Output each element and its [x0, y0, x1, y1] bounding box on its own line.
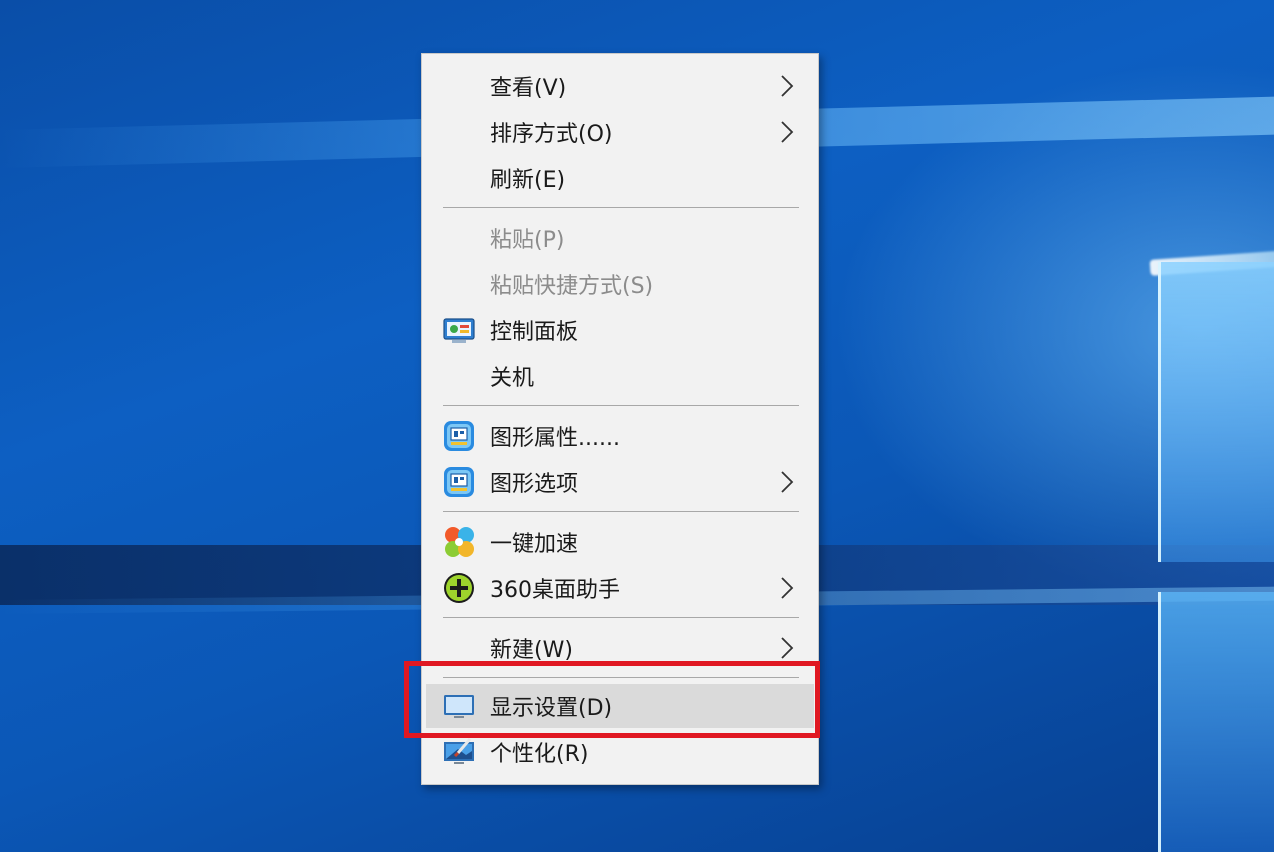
- menu-item-graphics-properties[interactable]: 图形属性......: [426, 414, 814, 458]
- menu-item-label: 一键加速: [490, 532, 579, 557]
- menu-item-label: 粘贴(P): [490, 228, 565, 253]
- highlight-annotation-box: [404, 661, 820, 738]
- menu-item-label: 360桌面助手: [490, 578, 620, 603]
- menu-item-view[interactable]: 查看(V): [426, 64, 814, 108]
- intel-graphics-icon: [444, 467, 474, 497]
- menu-item-label: 控制面板: [490, 320, 579, 345]
- 360-plus-icon: [444, 573, 474, 603]
- menu-item-refresh[interactable]: 刷新(E): [426, 156, 814, 200]
- chevron-right-icon: [781, 75, 794, 97]
- intel-graphics-icon: [444, 421, 474, 451]
- menu-item-paste: 粘贴(P): [426, 216, 814, 260]
- menu-separator: [443, 511, 799, 512]
- menu-item-label: 新建(W): [490, 638, 573, 663]
- menu-separator: [443, 617, 799, 618]
- menu-item-label: 个性化(R): [490, 742, 589, 767]
- menu-separator: [443, 207, 799, 208]
- menu-item-one-click-accelerate[interactable]: 一键加速: [426, 520, 814, 564]
- menu-item-label: 关机: [490, 366, 535, 391]
- chevron-right-icon: [781, 577, 794, 599]
- menu-separator: [443, 405, 799, 406]
- menu-item-sort-by[interactable]: 排序方式(O): [426, 110, 814, 154]
- menu-item-label: 图形属性......: [490, 426, 620, 451]
- menu-item-360-desktop-assistant[interactable]: 360桌面助手: [426, 566, 814, 610]
- chevron-right-icon: [781, 471, 794, 493]
- menu-item-paste-shortcut: 粘贴快捷方式(S): [426, 262, 814, 306]
- menu-item-graphics-options[interactable]: 图形选项: [426, 460, 814, 504]
- wallpaper-window-pane: [1158, 592, 1274, 852]
- menu-item-label: 刷新(E): [490, 168, 566, 193]
- menu-item-control-panel[interactable]: 控制面板: [426, 308, 814, 352]
- pinwheel-accelerate-icon: [445, 527, 474, 557]
- control-panel-icon: [443, 318, 475, 343]
- personalize-paintbrush-icon: [444, 738, 474, 764]
- menu-item-label: 粘贴快捷方式(S): [490, 274, 654, 299]
- menu-item-label: 排序方式(O): [490, 122, 613, 147]
- menu-item-shutdown[interactable]: 关机: [426, 354, 814, 398]
- chevron-right-icon: [781, 121, 794, 143]
- menu-item-label: 查看(V): [490, 76, 567, 101]
- wallpaper-window-pane: [1158, 262, 1274, 562]
- menu-item-label: 图形选项: [490, 472, 579, 497]
- chevron-right-icon: [781, 637, 794, 659]
